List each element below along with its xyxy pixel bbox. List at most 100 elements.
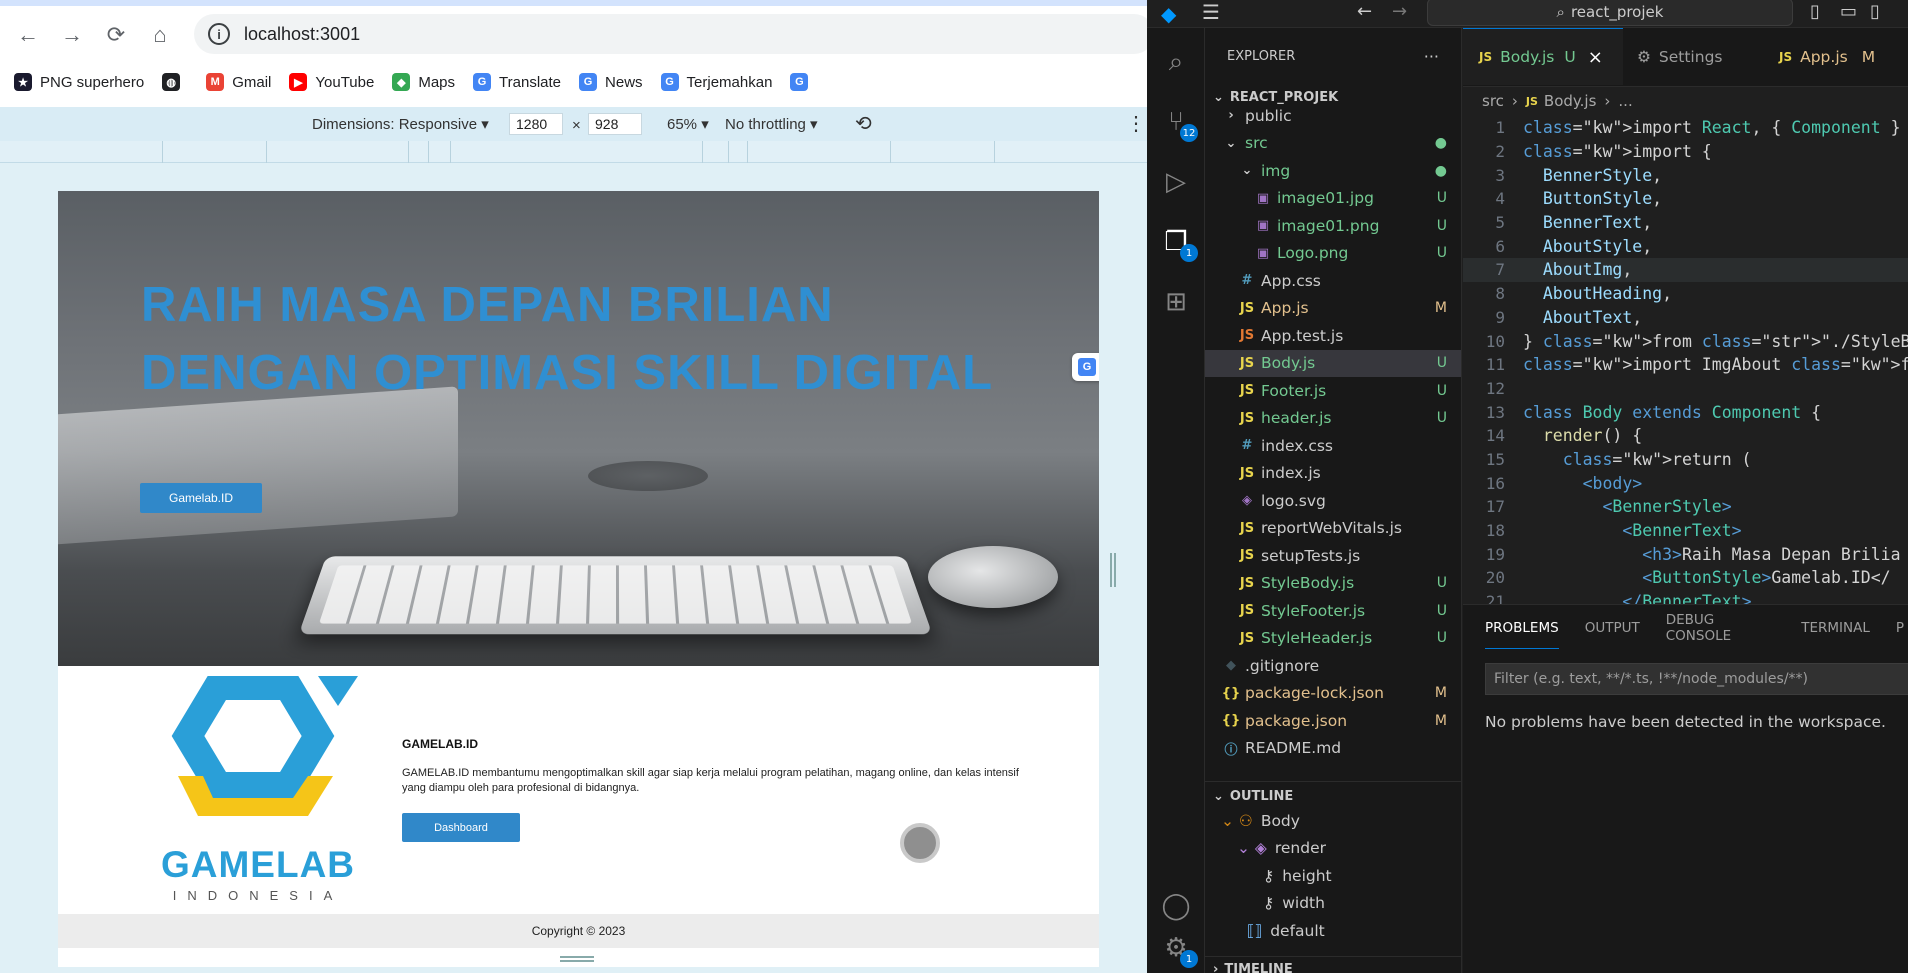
browser-window: ← → ⟳ ⌂ i localhost:3001 ★ PNG superhero ◍… [0,0,1147,973]
back-arrow-icon[interactable]: ← [1357,1,1372,22]
width-input[interactable] [509,113,563,135]
resize-handle-bottom[interactable] [560,956,594,962]
gamelab-button[interactable]: Gamelab.ID [140,483,262,513]
breadcrumb-symbol[interactable]: ... [1618,92,1632,110]
tree-item[interactable]: ▣ image01.jpg U [1205,185,1461,213]
dimensions-dropdown[interactable]: Dimensions: Responsive ▾ [312,115,489,133]
resize-handle-right[interactable] [1110,553,1116,587]
tree-item[interactable]: JS StyleBody.js U [1205,570,1461,598]
tree-item[interactable]: ⌄ img ● [1205,157,1461,185]
tree-item[interactable]: ◈ logo.svg [1205,487,1461,515]
tree-item[interactable]: › public [1205,102,1461,130]
height-input[interactable] [588,113,642,135]
tab-output[interactable]: OUTPUT [1585,620,1640,636]
breadcrumb-file[interactable]: Body.js [1544,92,1596,110]
menu-icon[interactable]: ☰ [1202,0,1220,24]
google-translate-icon[interactable]: G [1072,353,1099,381]
accounts-icon[interactable]: ◯ [1160,890,1192,922]
tab-terminal[interactable]: TERMINAL [1801,620,1870,636]
search-activity-icon[interactable]: ⌕ [1160,46,1192,78]
tree-item[interactable]: ◆ .gitignore [1205,652,1461,680]
outline-item[interactable]: ⟦⟧ default [1205,917,1461,945]
tree-item[interactable]: ▣ image01.png U [1205,212,1461,240]
back-button[interactable]: ← [6,13,50,57]
forward-arrow-icon[interactable]: → [1392,1,1407,22]
throttle-dropdown[interactable]: No throttling ▾ [725,115,818,133]
tree-item[interactable]: {} package-lock.json M [1205,680,1461,708]
bookmark-0[interactable]: ★ PNG superhero [14,73,144,91]
tree-item[interactable]: JS setupTests.js [1205,542,1461,570]
bookmark-8[interactable]: G [790,73,816,91]
address-bar[interactable]: i localhost:3001 [194,14,1147,54]
problems-filter-input[interactable]: Filter (e.g. text, **/*.ts, !**/node_mod… [1485,663,1908,695]
tree-item[interactable]: ⌄ src ● [1205,130,1461,158]
outline-section-header[interactable]: ⌄ OUTLINE [1205,783,1293,809]
translate-icon: G [473,73,492,91]
outline-item[interactable]: ⌄ ◈ render [1205,835,1461,863]
code-editor[interactable]: 1 class="kw">import React, { Component } … [1463,116,1908,604]
tree-item[interactable]: # index.css [1205,432,1461,460]
tree-item[interactable]: JS App.js M [1205,295,1461,323]
toggle-secondary-sidebar-icon[interactable]: ▯ [1870,1,1880,22]
tree-item[interactable]: JS Body.js U [1205,349,1461,377]
tree-item[interactable]: {} package.json M [1205,707,1461,735]
bookmark-1[interactable]: ◍ [162,73,188,91]
code-line: 1 class="kw">import React, { Component } … [1463,116,1908,140]
bookmark-5[interactable]: G Translate [473,73,561,91]
tree-item[interactable]: ⓘ README.md [1205,735,1461,763]
no-problems-message: No problems have been detected in the wo… [1485,713,1886,731]
tab-settings[interactable]: ⚙ Settings [1629,28,1749,85]
extensions-icon[interactable]: ⊞ [1160,286,1192,318]
outline-item[interactable]: ⚷ width [1205,890,1461,918]
tree-item[interactable]: JS StyleHeader.js U [1205,625,1461,653]
tree-item[interactable]: JS index.js [1205,460,1461,488]
tab-debug-console[interactable]: DEBUG CONSOLE [1666,612,1775,644]
tree-item[interactable]: ▣ Logo.png U [1205,240,1461,268]
line-number: 20 [1485,568,1505,588]
explorer-icon[interactable]: ❐ 1 [1160,226,1198,262]
code-line: 12 [1463,377,1908,401]
command-center-search[interactable]: ⌕ react_projek [1427,0,1793,26]
tree-item[interactable]: # App.css [1205,267,1461,295]
forward-button[interactable]: → [50,13,94,57]
tree-item[interactable]: JS StyleFooter.js U [1205,597,1461,625]
outline-item-label: height [1282,866,1332,885]
zoom-dropdown[interactable]: 65% ▾ [667,115,709,133]
bookmark-7[interactable]: G Terjemahkan [660,73,772,91]
home-button[interactable]: ⌂ [138,13,182,57]
tree-item[interactable]: JS reportWebVitals.js [1205,515,1461,543]
tab-ports[interactable]: P [1896,620,1904,636]
tree-item[interactable]: JS Footer.js U [1205,377,1461,405]
bookmark-4[interactable]: ◆ Maps [392,73,455,91]
bookmark-3[interactable]: ▶ YouTube [289,73,374,91]
breadcrumb-src[interactable]: src [1482,92,1504,110]
json-file-icon: {} [1221,713,1241,729]
toggle-sidebar-icon[interactable]: ▯ [1810,1,1820,22]
laptop-image [58,386,458,546]
dashboard-button[interactable]: Dashboard [402,813,520,842]
site-info-icon[interactable]: i [208,23,230,45]
bookmark-2[interactable]: M Gmail [206,73,271,91]
run-debug-icon[interactable]: ▷ [1160,166,1192,198]
method-icon: ⌄ ◈ [1237,839,1267,858]
tab-app-js[interactable]: JS App.js M [1763,28,1908,85]
timeline-section-header[interactable]: › TIMELINE [1205,956,1461,973]
chevron-down-icon: ⌄ [1241,163,1253,179]
manage-gear-icon[interactable]: ⚙ 1 [1160,932,1198,968]
reload-button[interactable]: ⟳ [94,13,138,57]
tab-body-js[interactable]: JS Body.js U × [1463,28,1623,85]
tree-item-label: reportWebVitals.js [1261,519,1402,538]
outline-item[interactable]: ⚷ height [1205,862,1461,890]
source-control-icon[interactable]: ⑂ 12 [1160,106,1198,142]
bookmark-6[interactable]: G News [579,73,643,91]
tree-item[interactable]: JS App.test.js [1205,322,1461,350]
more-options-icon[interactable]: ⋮ [1126,111,1146,136]
outline-item[interactable]: ⌄ ⚇ Body [1205,807,1461,835]
close-tab-icon[interactable]: × [1588,47,1603,68]
maps-icon: ◆ [392,73,411,91]
more-actions-icon[interactable]: ··· [1424,47,1439,66]
toggle-panel-icon[interactable]: ▭ [1840,1,1857,22]
rotate-icon[interactable]: ⟲ [855,111,872,136]
tab-problems[interactable]: PROBLEMS [1485,608,1559,649]
tree-item[interactable]: JS header.js U [1205,405,1461,433]
